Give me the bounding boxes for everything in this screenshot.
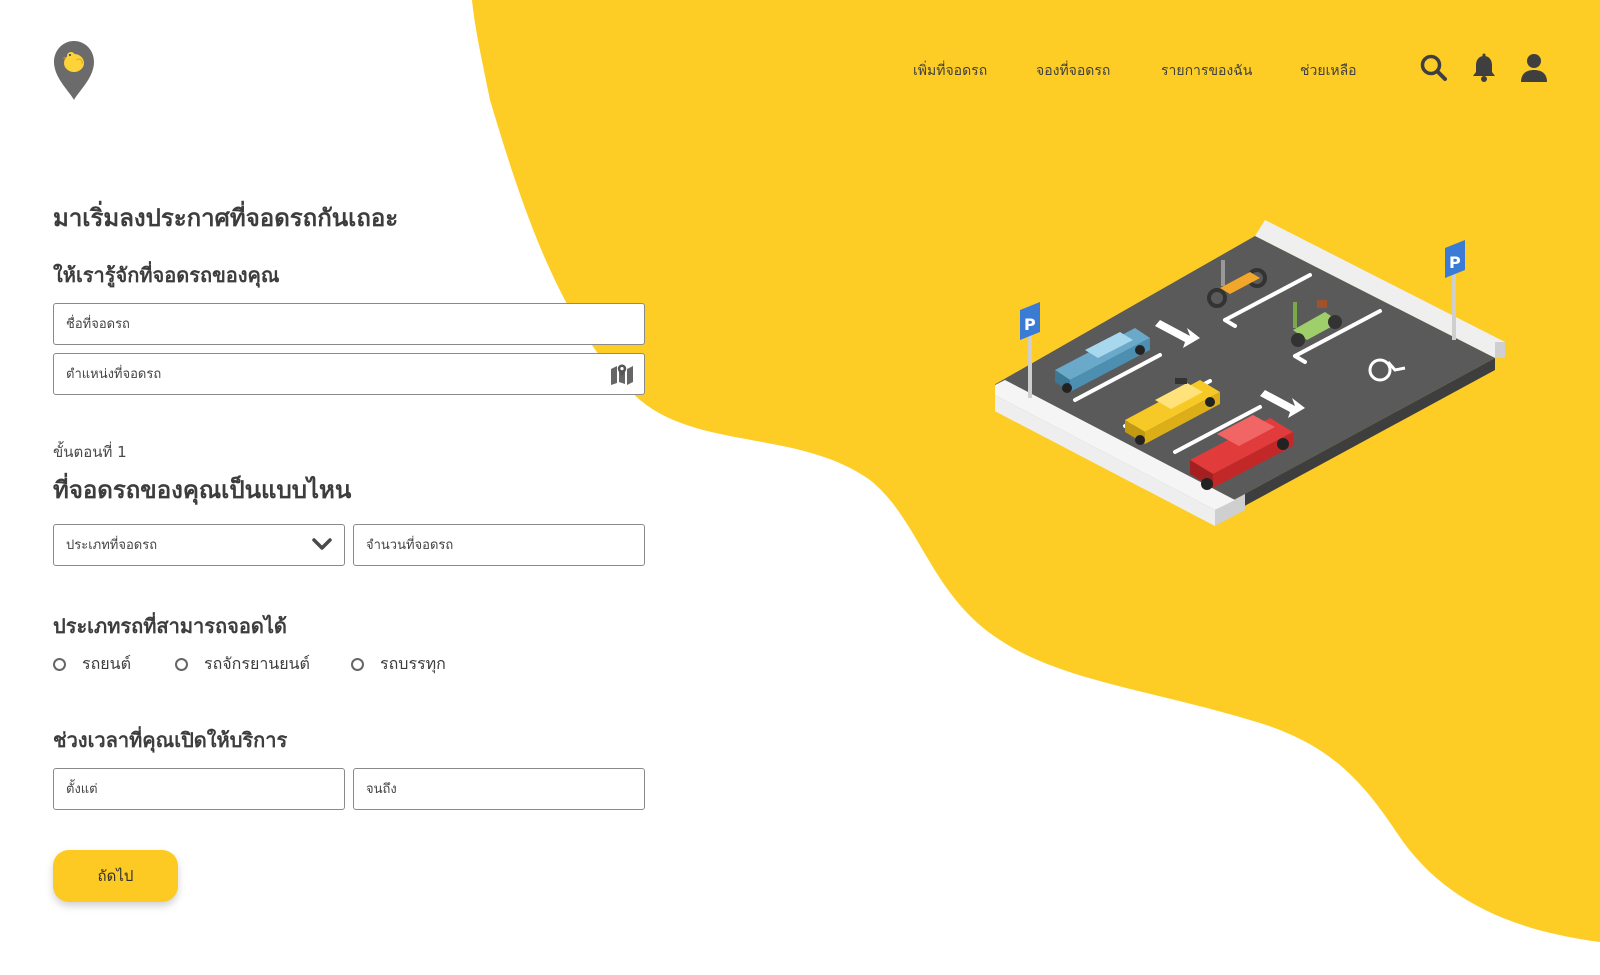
step-label: ขั้นตอนที่ 1: [53, 443, 127, 461]
hours-title: ช่วงเวลาที่คุณเปิดให้บริการ: [53, 728, 288, 752]
spot-count-field[interactable]: [353, 524, 645, 566]
parking-name-input[interactable]: [54, 304, 644, 344]
radio-label: รถยนต์: [82, 653, 131, 673]
nav-link-my-list[interactable]: รายการของฉัน: [1161, 60, 1252, 82]
radio-dot[interactable]: [175, 657, 188, 671]
search-icon[interactable]: [1418, 52, 1450, 84]
intro-title: ให้เรารู้จักที่จอดรถของคุณ: [53, 263, 280, 287]
nav-link-help[interactable]: ช่วยเหลือ: [1300, 60, 1357, 82]
next-button[interactable]: ถัดไป: [53, 850, 178, 902]
sign-letter: P: [1449, 253, 1461, 272]
radio-truck[interactable]: รถบรรทุก: [351, 652, 446, 676]
radio-label: รถจักรยานยนต์: [204, 653, 310, 673]
to-time-input[interactable]: [354, 769, 644, 809]
radio-dot[interactable]: [351, 657, 364, 671]
parking-name-field[interactable]: [53, 303, 645, 345]
radio-motorcycle[interactable]: รถจักรยานยนต์: [175, 652, 310, 676]
user-icon[interactable]: [1518, 52, 1550, 84]
location-input[interactable]: [54, 354, 644, 394]
map-marker-icon[interactable]: [610, 363, 634, 385]
location-field[interactable]: [53, 353, 645, 395]
isometric-parking-lot-illustration: P P: [995, 220, 1505, 526]
parking-type-input[interactable]: [54, 525, 344, 565]
parking-type-select[interactable]: [53, 524, 345, 566]
step-title: ที่จอดรถของคุณเป็นแบบไหน: [53, 476, 352, 504]
radio-car[interactable]: รถยนต์: [53, 652, 131, 676]
nav-link-add-parking[interactable]: เพิ่มที่จอดรถ: [913, 60, 987, 82]
nav-link-book-parking[interactable]: จองที่จอดรถ: [1036, 60, 1110, 82]
from-time-input[interactable]: [54, 769, 344, 809]
page-title: มาเริ่มลงประกาศที่จอดรถกันเถอะ: [53, 204, 399, 232]
to-time-field[interactable]: [353, 768, 645, 810]
radio-dot[interactable]: [53, 657, 66, 671]
radio-label: รถบรรทุก: [380, 653, 446, 673]
vehicle-type-options: รถยนต์ รถจักรยานยนต์ รถบรรทุก: [53, 652, 653, 676]
vehicle-types-title: ประเภทรถที่สามารถจอดได้: [53, 614, 287, 638]
top-navigation: เพิ่มที่จอดรถ จองที่จอดรถ รายการของฉัน ช…: [0, 53, 1600, 82]
spot-count-input[interactable]: [354, 525, 644, 565]
chevron-down-icon[interactable]: [312, 536, 332, 554]
from-time-field[interactable]: [53, 768, 345, 810]
sign-letter: P: [1024, 315, 1036, 334]
bell-icon[interactable]: [1468, 52, 1500, 84]
